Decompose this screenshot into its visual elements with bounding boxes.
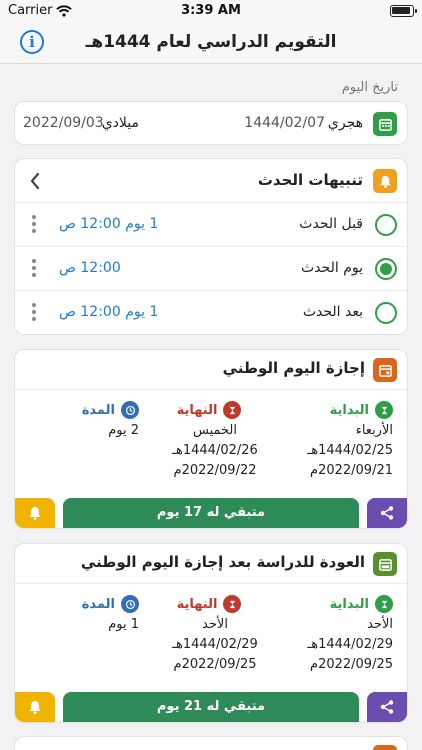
more-options-icon[interactable]: [31, 303, 37, 323]
event-alerts-card: تنبيهات الحدث قبل الحدث 1 يوم 12:00 ص يو…: [14, 158, 408, 335]
event-calendar-icon: [373, 745, 397, 750]
gregorian-label: ميلادي: [101, 115, 139, 131]
navigation-bar: i التقويم الدراسي لعام 1444هـ: [0, 22, 422, 64]
end-gregorian: 2022/09/22م: [173, 463, 257, 478]
page-title: التقويم الدراسي لعام 1444هـ: [85, 32, 337, 52]
event-title: إجازة اليوم الوطني: [222, 359, 365, 377]
alert-option-after[interactable]: بعد الحدث 1 يوم 12:00 ص: [15, 291, 407, 334]
bell-icon: [373, 169, 397, 193]
event-card[interactable]: العودة للدراسة بعد إجازة اليوم الوطني ال…: [14, 543, 408, 723]
gregorian-date-value: 2022/09/03: [23, 115, 104, 131]
duration-value: 2 يوم: [108, 423, 139, 438]
start-hijri: 1444/02/29هـ: [307, 637, 393, 652]
alert-label-before: قبل الحدث: [299, 216, 363, 232]
start-hijri: 1444/02/25هـ: [307, 443, 393, 458]
event-footer: متبقي له 17 يوم: [15, 498, 407, 528]
duration-label: المدة: [81, 402, 115, 418]
alert-time-day-of[interactable]: 12:00 ص: [59, 260, 121, 276]
radio-before[interactable]: [375, 214, 397, 236]
status-bar: Carrier 3:39 AM: [0, 0, 422, 22]
end-day: الأحد: [202, 617, 228, 632]
start-gregorian: 2022/09/21م: [310, 463, 393, 478]
duration-label: المدة: [81, 596, 115, 612]
clock: 3:39 AM: [181, 3, 241, 18]
event-duration-column: المدة 2 يوم: [19, 400, 139, 440]
end-hijri: 1444/02/26هـ: [172, 443, 258, 458]
radio-day-of[interactable]: [375, 258, 397, 280]
alert-time-before[interactable]: 1 يوم 12:00 ص: [59, 216, 158, 232]
end-label: النهاية: [176, 402, 218, 418]
reminder-button[interactable]: [15, 692, 55, 722]
event-end-column: النهاية الأحد 1444/02/29هـ 2022/09/25م: [149, 594, 269, 674]
hourglass-icon: [375, 595, 393, 613]
event-title: العودة للدراسة بعد إجازة اليوم الوطني: [80, 553, 365, 571]
bell-icon: [29, 701, 41, 714]
reminder-button[interactable]: [15, 498, 55, 528]
start-label: البداية: [329, 402, 369, 418]
hourglass-icon: [375, 401, 393, 419]
share-icon: [380, 506, 394, 520]
info-icon: i: [29, 33, 35, 51]
chevron-left-icon[interactable]: [29, 171, 41, 191]
today-caption: تاريخ اليوم: [341, 80, 398, 95]
calendar-icon: [373, 112, 397, 136]
clock-icon: [121, 595, 139, 613]
clock-icon: [121, 401, 139, 419]
event-start-column: البداية الأربعاء 1444/02/25هـ 2022/09/21…: [273, 400, 393, 480]
battery-icon: [390, 5, 417, 17]
event-calendar-icon: [373, 358, 397, 382]
more-options-icon[interactable]: [31, 215, 37, 235]
start-day: الأحد: [367, 617, 393, 632]
hijri-date-value: 1444/02/07: [244, 115, 325, 131]
today-date-card: هجري 1444/02/07 ميلادي 2022/09/03: [14, 101, 408, 145]
event-duration-column: المدة 1 يوم: [19, 594, 139, 634]
event-end-column: النهاية الخميس 1444/02/26هـ 2022/09/22م: [149, 400, 269, 480]
share-button[interactable]: [367, 692, 407, 722]
event-header: العودة للدراسة بعد إجازة اليوم الوطني: [15, 544, 407, 584]
end-label: النهاية: [176, 596, 218, 612]
alerts-header[interactable]: تنبيهات الحدث: [15, 159, 407, 203]
hijri-label: هجري: [327, 115, 363, 131]
share-button[interactable]: [367, 498, 407, 528]
info-button[interactable]: i: [20, 30, 44, 54]
radio-after[interactable]: [375, 302, 397, 324]
event-card-partial[interactable]: [14, 736, 408, 750]
bell-icon: [29, 507, 41, 520]
event-start-column: البداية الأحد 1444/02/29هـ 2022/09/25م: [273, 594, 393, 674]
alert-option-before[interactable]: قبل الحدث 1 يوم 12:00 ص: [15, 203, 407, 247]
alert-time-after[interactable]: 1 يوم 12:00 ص: [59, 304, 158, 320]
hourglass-end-icon: [223, 595, 242, 613]
end-gregorian: 2022/09/25م: [173, 657, 257, 672]
share-icon: [380, 700, 394, 714]
event-card[interactable]: إجازة اليوم الوطني البداية الأربعاء 1444…: [14, 349, 408, 529]
more-options-icon[interactable]: [31, 259, 37, 279]
start-day: الأربعاء: [355, 423, 393, 438]
end-hijri: 1444/02/29هـ: [172, 637, 258, 652]
alert-label-day-of: يوم الحدث: [301, 260, 363, 276]
hourglass-end-icon: [223, 401, 242, 419]
remaining-days-bar: متبقي له 21 يوم: [63, 692, 359, 722]
start-gregorian: 2022/09/25م: [310, 657, 393, 672]
alert-option-day-of[interactable]: يوم الحدث 12:00 ص: [15, 247, 407, 291]
duration-value: 1 يوم: [108, 617, 139, 632]
remaining-days-bar: متبقي له 17 يوم: [63, 498, 359, 528]
alerts-title: تنبيهات الحدث: [257, 171, 363, 189]
event-calendar-icon: [373, 552, 397, 576]
start-label: البداية: [329, 596, 369, 612]
end-day: الخميس: [193, 423, 237, 438]
event-header: إجازة اليوم الوطني: [15, 350, 407, 390]
event-footer: متبقي له 21 يوم: [15, 692, 407, 722]
alert-label-after: بعد الحدث: [302, 304, 363, 320]
